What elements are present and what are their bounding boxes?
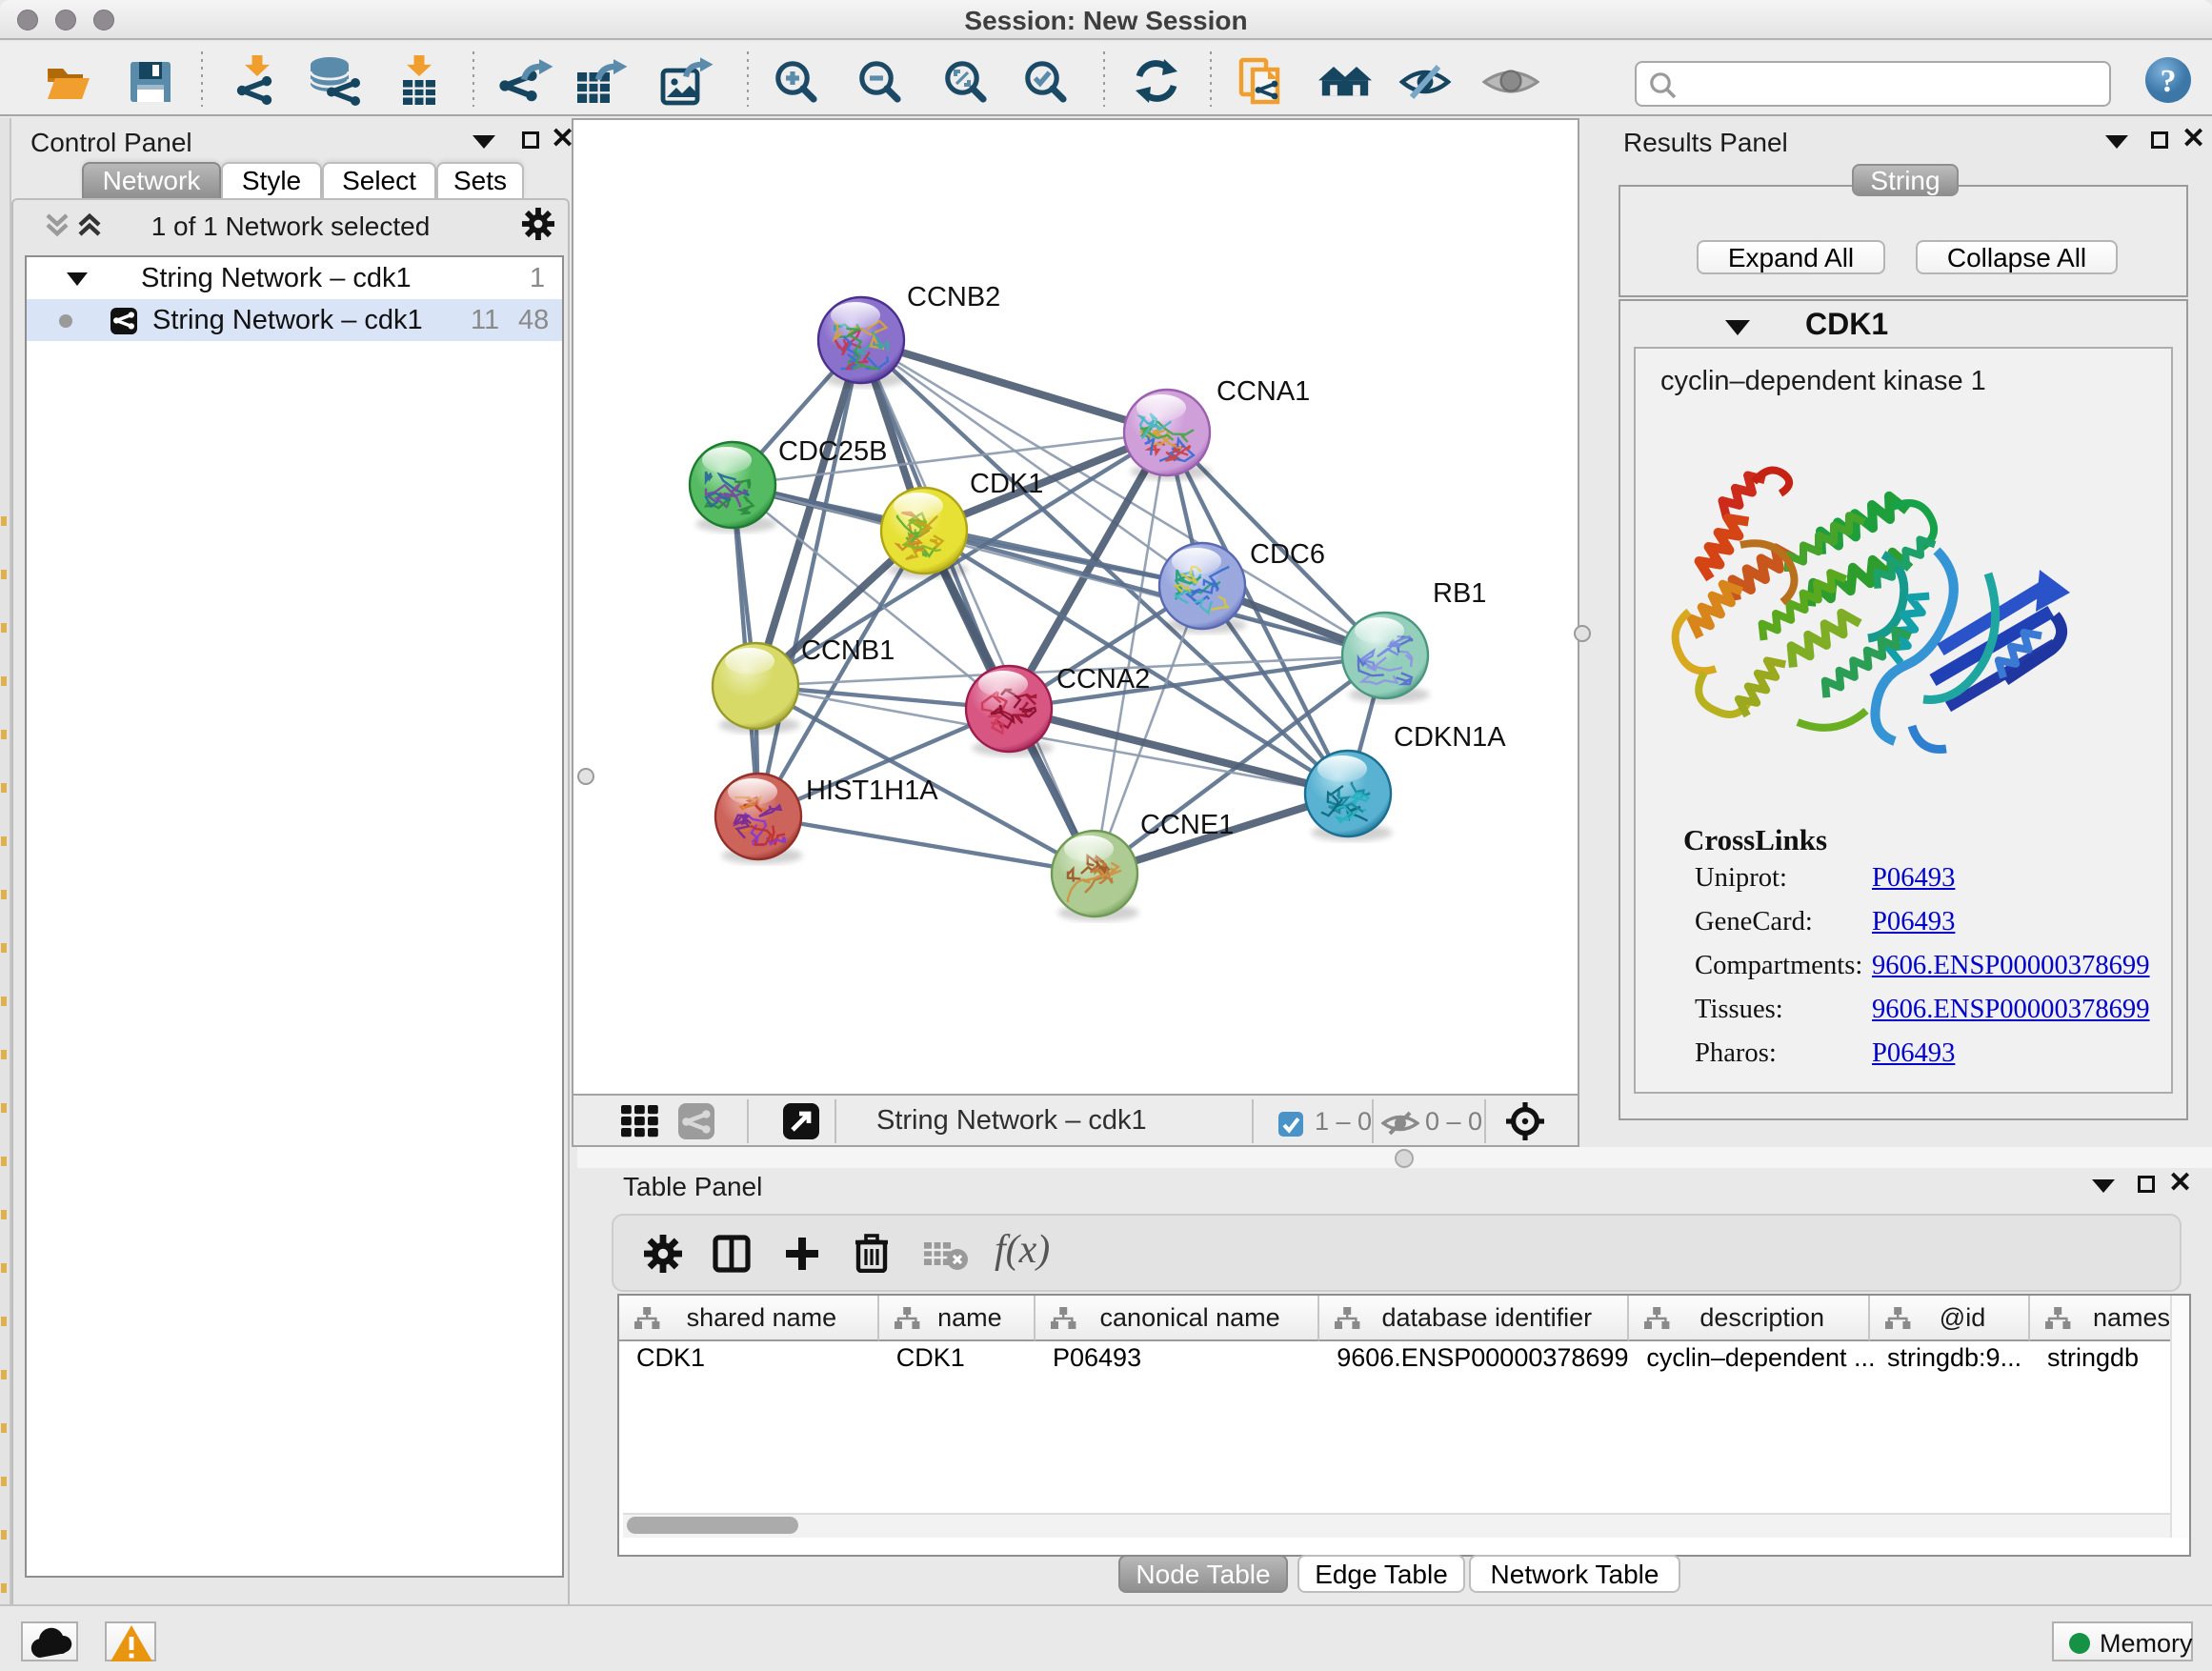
- svg-text:CDK1: CDK1: [970, 469, 1043, 499]
- svg-text:?: ?: [2161, 64, 2177, 99]
- svg-text:CCNB2: CCNB2: [907, 282, 1000, 312]
- svg-text:CDC6: CDC6: [1250, 539, 1325, 570]
- svg-text:CDC25B: CDC25B: [778, 436, 887, 467]
- svg-text:RB1: RB1: [1433, 578, 1486, 609]
- svg-text:CCNB1: CCNB1: [801, 635, 895, 666]
- svg-text:CDKN1A: CDKN1A: [1394, 722, 1506, 753]
- svg-text:HIST1H1A: HIST1H1A: [806, 775, 938, 806]
- svg-text:CCNA1: CCNA1: [1217, 376, 1310, 407]
- svg-text:CCNE1: CCNE1: [1140, 810, 1234, 840]
- svg-text:CCNA2: CCNA2: [1056, 664, 1150, 695]
